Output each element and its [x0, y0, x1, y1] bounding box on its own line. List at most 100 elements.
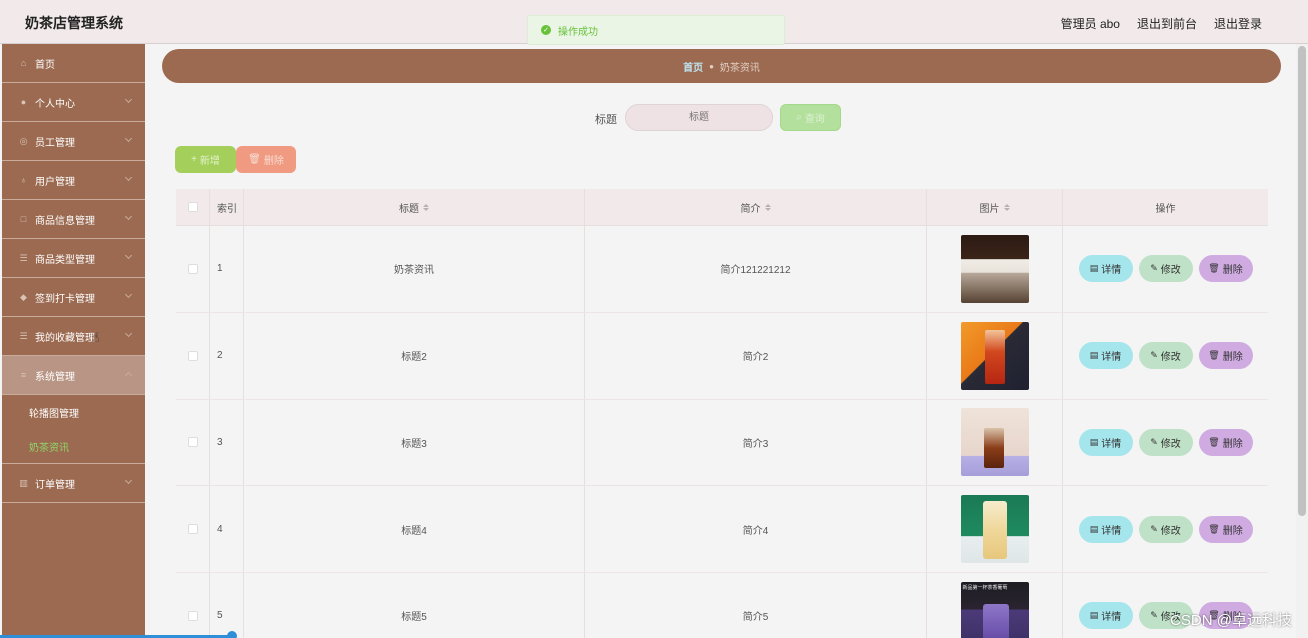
- detail-button-label: 详情: [1101, 612, 1122, 624]
- cell-image: [927, 399, 1063, 486]
- scrollbar-thumb[interactable]: [1298, 46, 1306, 516]
- document-icon: ▤: [1089, 523, 1099, 534]
- sidebar-item-label: 员工管理: [35, 137, 75, 149]
- shield-icon: ◆: [20, 291, 27, 302]
- cell-ops: ▤ 详情 ✎ 修改 🗑︎ 删除: [1063, 226, 1268, 312]
- header-intro-label: 简介: [740, 203, 761, 215]
- sidebar-menu: ⌂ 首页 ● 个人中心 ◎ 员工管理 ♁ 用户管理 □ 商品信息管理 ☰ 商品类…: [2, 44, 145, 638]
- logout-link[interactable]: 退出登录: [1214, 15, 1262, 32]
- sidebar-subitem-carousel[interactable]: 轮播图管理: [2, 395, 145, 429]
- row-delete-button-label: 删除: [1222, 438, 1243, 450]
- cell-image: 新品第一杯茶香葡萄: [927, 573, 1063, 638]
- search-button-label: 查询: [804, 114, 825, 125]
- sidebar-item-users[interactable]: ♁ 用户管理: [2, 161, 145, 200]
- header-title[interactable]: 标题: [244, 189, 585, 226]
- edit-button[interactable]: ✎ 修改: [1138, 342, 1193, 370]
- row-delete-button[interactable]: 🗑︎ 删除: [1198, 342, 1253, 370]
- row-checkbox[interactable]: [187, 437, 198, 448]
- search-button[interactable]: ⌕ 查询: [780, 104, 841, 131]
- sidebar-item-checkin[interactable]: ◆ 签到打卡管理: [2, 278, 145, 317]
- cell-image: [927, 226, 1063, 312]
- breadcrumb-home[interactable]: 首页: [683, 59, 703, 74]
- location-icon: ♁: [20, 175, 27, 185]
- table-row: 1 奶茶资讯 简介121221212 ▤ 详情 ✎ 修改 🗑︎ 删除: [176, 226, 1268, 313]
- system-submenu: 轮播图管理 奶茶资讯: [2, 395, 145, 464]
- header-actions: 管理员 abo 退出到前台 退出登录: [1061, 15, 1262, 32]
- edit-icon: ✎: [1150, 610, 1158, 621]
- header-ops: 操作: [1063, 189, 1268, 226]
- row-delete-button[interactable]: 🗑︎ 删除: [1198, 428, 1253, 456]
- sidebar-item-favorites[interactable]: ☰ 我的收藏管理: [2, 317, 145, 356]
- sidebar-item-label: 签到打卡管理: [35, 293, 95, 305]
- table-row: 4 标题4 简介4 ▤ 详情 ✎ 修改 🗑︎ 删除: [176, 486, 1268, 573]
- edit-button[interactable]: ✎ 修改: [1138, 428, 1193, 456]
- sidebar-subitem-news[interactable]: 奶茶资讯: [2, 429, 145, 463]
- edit-icon: ✎: [1150, 263, 1158, 274]
- row-checkbox[interactable]: [187, 524, 198, 535]
- row-checkbox[interactable]: [187, 610, 198, 621]
- cell-ops: ▤ 详情 ✎ 修改 🗑︎ 删除: [1063, 400, 1268, 486]
- header-intro[interactable]: 简介: [585, 189, 927, 226]
- cell-title: 奶茶资讯: [244, 226, 585, 312]
- row-delete-button[interactable]: 🗑︎ 删除: [1198, 255, 1253, 283]
- row-select-cell: [176, 573, 210, 638]
- chevron-down-icon: [124, 95, 133, 104]
- sidebar-item-profile[interactable]: ● 个人中心: [2, 83, 145, 122]
- batch-delete-button[interactable]: 🗑︎ 删除: [236, 146, 296, 173]
- cell-title: 标题2: [244, 312, 585, 399]
- cell-image: [927, 486, 1063, 572]
- back-to-front-link[interactable]: 退出到前台: [1137, 15, 1197, 32]
- row-delete-button-label: 删除: [1222, 265, 1243, 277]
- trash-icon: 🗑︎: [1208, 263, 1220, 274]
- sidebar-item-product-types[interactable]: ☰ 商品类型管理: [2, 239, 145, 278]
- sidebar-item-orders[interactable]: ▥ 订单管理: [2, 464, 145, 503]
- table-row: 3 标题3 简介3 ▤ 详情 ✎ 修改 🗑︎ 删除: [176, 399, 1268, 487]
- chevron-down-icon: [124, 134, 133, 143]
- sidebar-item-label: 我的收藏管理: [35, 332, 95, 344]
- edit-button[interactable]: ✎ 修改: [1138, 515, 1193, 543]
- search-input[interactable]: [625, 104, 773, 131]
- progress-handle: [227, 631, 237, 638]
- news-thumbnail[interactable]: [960, 495, 1029, 564]
- row-select-cell: [176, 486, 210, 572]
- sidebar-item-label: 订单管理: [35, 479, 75, 491]
- cell-title: 标题4: [244, 486, 585, 572]
- header-image[interactable]: 图片: [927, 189, 1063, 226]
- success-toast: ✓ 操作成功: [527, 15, 785, 45]
- breadcrumb: 首页 ● 奶茶资讯: [162, 49, 1281, 83]
- row-checkbox[interactable]: [187, 350, 198, 361]
- detail-button-label: 详情: [1101, 438, 1122, 450]
- cell-index: 2: [210, 312, 244, 399]
- add-button[interactable]: + 新增: [175, 146, 236, 173]
- edit-button-label: 修改: [1160, 265, 1181, 277]
- row-checkbox[interactable]: [187, 263, 198, 274]
- chevron-down-icon: [124, 251, 133, 260]
- detail-button[interactable]: ▤ 详情: [1078, 342, 1133, 370]
- detail-button[interactable]: ▤ 详情: [1078, 428, 1133, 456]
- detail-button[interactable]: ▤ 详情: [1078, 255, 1133, 283]
- detail-button-label: 详情: [1101, 352, 1122, 364]
- search-icon: ⌕: [796, 112, 802, 123]
- app-title: 奶茶店管理系统: [25, 15, 123, 31]
- sidebar-item-system[interactable]: ≡ 系统管理: [2, 356, 145, 395]
- edit-button[interactable]: ✎ 修改: [1138, 255, 1193, 283]
- select-all-checkbox[interactable]: [187, 202, 198, 212]
- news-thumbnail[interactable]: [960, 234, 1029, 303]
- search-label: 标题: [595, 114, 617, 126]
- cell-index: 5: [210, 573, 244, 638]
- sidebar-item-products[interactable]: □ 商品信息管理: [2, 200, 145, 239]
- chevron-down-icon: [124, 173, 133, 182]
- sidebar-item-staff[interactable]: ◎ 员工管理: [2, 122, 145, 161]
- cell-index: 1: [210, 226, 244, 312]
- sidebar-item-label: 商品类型管理: [35, 254, 95, 266]
- row-delete-button[interactable]: 🗑︎ 删除: [1198, 515, 1253, 543]
- header-image-label: 图片: [979, 203, 1000, 215]
- news-thumbnail[interactable]: 新品第一杯茶香葡萄: [960, 581, 1029, 638]
- row-select-cell: [176, 399, 210, 486]
- news-thumbnail[interactable]: [960, 321, 1029, 390]
- news-thumbnail[interactable]: [960, 408, 1029, 477]
- sidebar-item-home[interactable]: ⌂ 首页: [2, 44, 145, 83]
- breadcrumb-current: 奶茶资讯: [719, 62, 760, 74]
- detail-button[interactable]: ▤ 详情: [1078, 515, 1133, 543]
- detail-button[interactable]: ▤ 详情: [1078, 602, 1133, 630]
